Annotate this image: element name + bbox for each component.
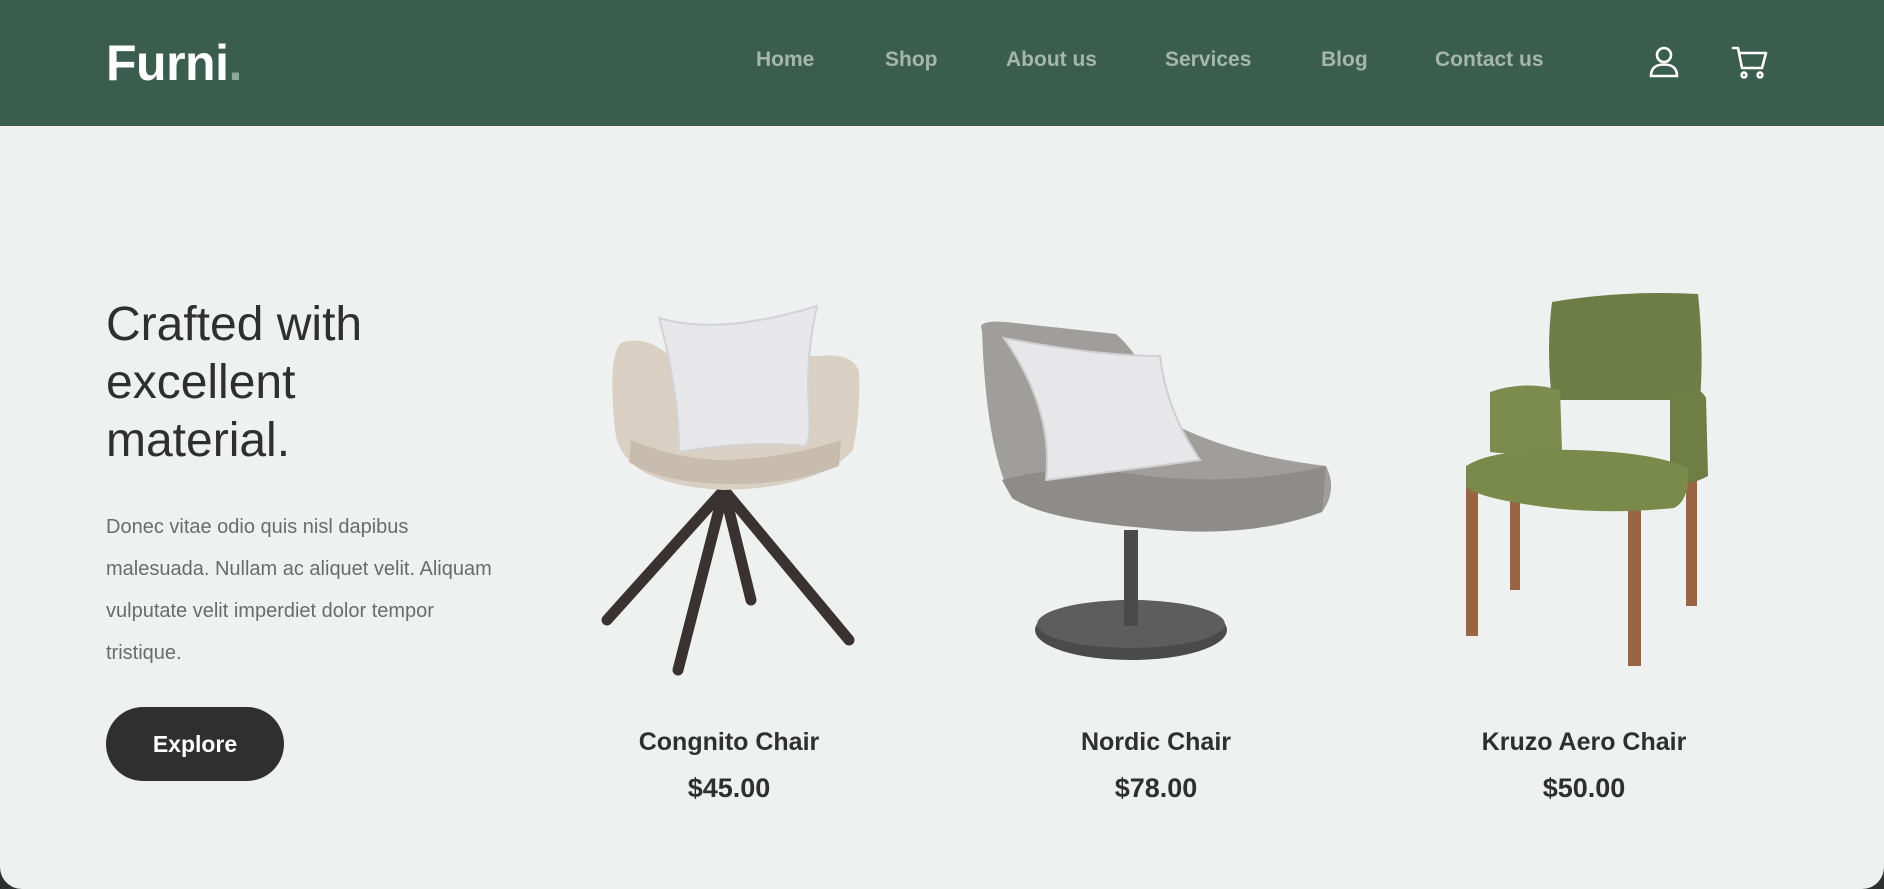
brand-name: Furni xyxy=(106,35,229,91)
nav-contact-us[interactable]: Contact us xyxy=(1435,48,1544,72)
nav-about-us[interactable]: About us xyxy=(1006,48,1097,72)
nav-home[interactable]: Home xyxy=(756,48,814,72)
user-icon[interactable] xyxy=(1644,42,1684,82)
nav-shop[interactable]: Shop xyxy=(885,48,938,72)
hero-description: Donec vitae odio quis nisl dapibus males… xyxy=(106,516,492,664)
hero-title: Crafted with excellent material. xyxy=(106,298,363,467)
product-name: Congnito Chair xyxy=(638,728,820,756)
kruzo-aero-chair-image xyxy=(1466,293,1708,666)
nav-blog[interactable]: Blog xyxy=(1321,48,1368,72)
top-navbar: Furni. Home Shop About us Services Blog … xyxy=(0,0,1884,126)
nordic-chair-image xyxy=(981,321,1332,660)
product-price: $78.00 xyxy=(1114,773,1198,803)
page: Furni. Home Shop About us Services Blog … xyxy=(0,0,1884,889)
product-card-kruzo-aero-chair[interactable]: Kruzo Aero Chair $50.00 xyxy=(1374,290,1794,820)
product-name: Kruzo Aero Chair xyxy=(1481,728,1687,756)
explore-button[interactable]: Explore xyxy=(106,707,284,781)
cart-icon[interactable] xyxy=(1730,42,1770,82)
brand-logo[interactable]: Furni. xyxy=(106,34,242,92)
product-price: $45.00 xyxy=(687,773,771,803)
product-price: $50.00 xyxy=(1542,773,1626,803)
nav-services[interactable]: Services xyxy=(1165,48,1251,72)
brand-dot: . xyxy=(228,35,242,91)
product-card-nordic-chair[interactable]: Nordic Chair $78.00 xyxy=(946,290,1366,820)
product-card-congnito-chair[interactable]: Congnito Chair $45.00 xyxy=(519,290,939,820)
congnito-chair-image xyxy=(601,304,860,676)
product-name: Nordic Chair xyxy=(1080,728,1232,756)
